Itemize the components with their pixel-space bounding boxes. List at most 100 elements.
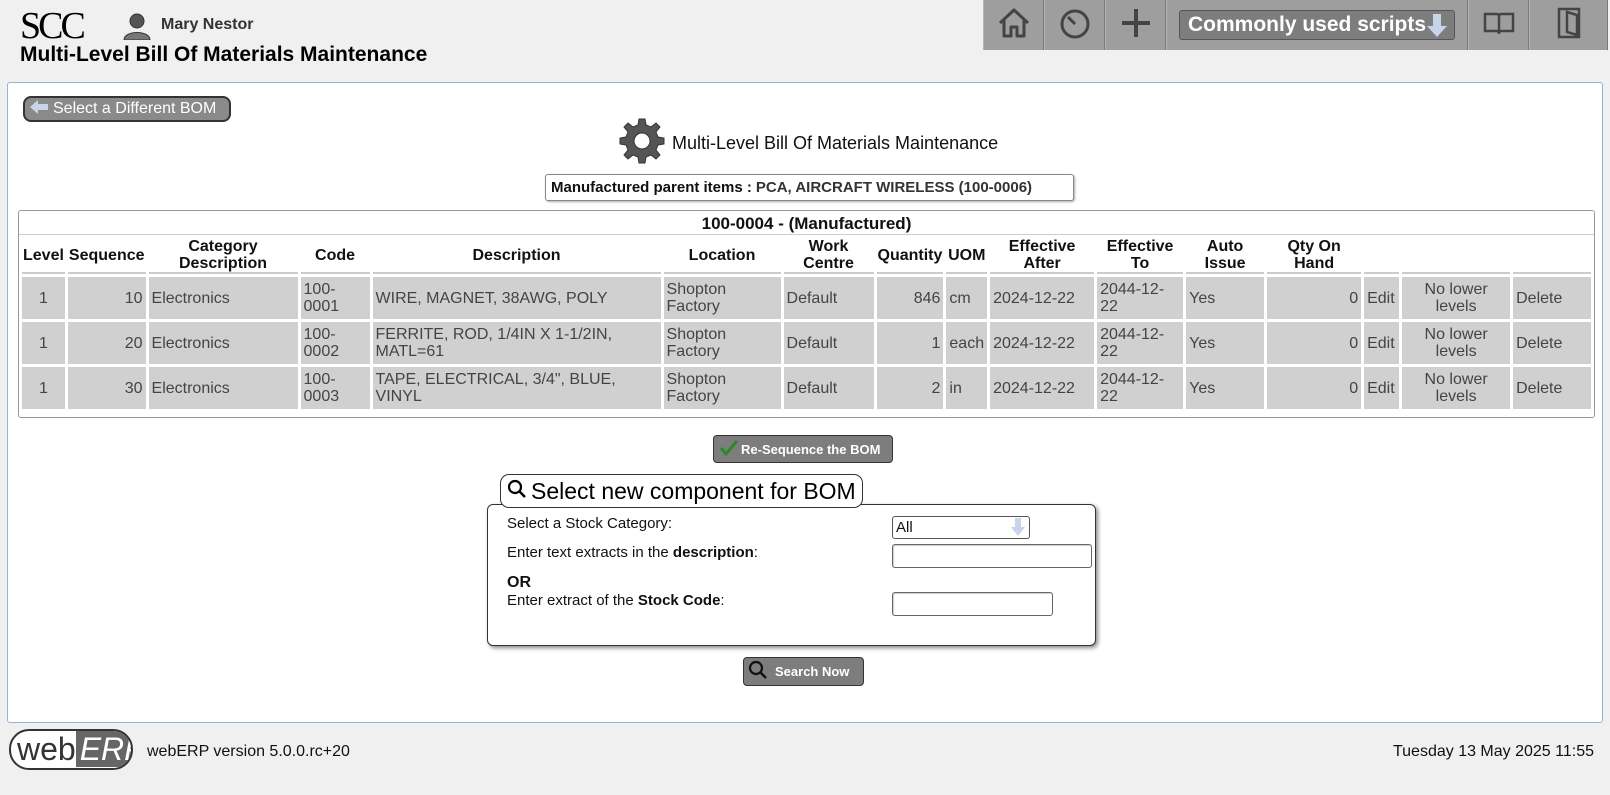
edit-link[interactable]: Edit (1364, 277, 1400, 319)
bom-table-container: 100-0004 - (Manufactured) Level Sequence… (18, 210, 1595, 418)
category-label: Select a Stock Category: (507, 515, 673, 532)
cell-work-centre: Default (783, 277, 874, 319)
col-delete (1513, 238, 1591, 274)
cell-level: 1 (22, 367, 65, 409)
col-description: Description (372, 238, 661, 274)
main-panel: Select a Different BOM Multi-Level Bill … (7, 82, 1603, 723)
bom-header-row: Level Sequence Category Description Code… (22, 238, 1591, 274)
parent-items-value[interactable]: PCA, AIRCRAFT WIRELESS (100-0006) (756, 179, 1032, 196)
description-label-post: : (753, 544, 758, 561)
search-now-label: Search Now (775, 664, 850, 679)
scripts-label: Commonly used scripts (1188, 13, 1427, 36)
delete-link[interactable]: Delete (1513, 277, 1591, 319)
cell-work-centre: Default (783, 322, 874, 364)
company-logo: SCC (20, 5, 86, 47)
header: SCC Mary Nestor Multi-Level Bill Of Mate… (0, 0, 1610, 80)
logo-web-text: web (17, 731, 76, 767)
stock-code-input[interactable] (892, 592, 1053, 616)
back-arrow-icon (29, 99, 49, 120)
select-different-bom-button[interactable]: Select a Different BOM (23, 96, 231, 122)
cell-description: FERRITE, ROD, 1/4IN X 1-1/2IN, MATL=61 (372, 322, 661, 364)
checkmark-icon (719, 439, 739, 459)
cell-quantity: 2 (876, 367, 944, 409)
logout-button[interactable] (1529, 0, 1608, 50)
cell-effective-to: 2044-12-22 (1097, 277, 1184, 319)
col-quantity: Quantity (876, 238, 944, 274)
col-uom: UOM (946, 238, 988, 274)
section-title-text: Multi-Level Bill Of Materials Maintenanc… (672, 133, 999, 153)
col-code: Code (300, 238, 370, 274)
parent-items-label: Manufactured parent items : (551, 179, 752, 196)
cell-sequence: 20 (67, 322, 146, 364)
stock-code-label-pre: Enter extract of the (507, 592, 634, 609)
stock-code-label-bold: Stock Code (637, 592, 721, 609)
stock-code-label-post: : (720, 592, 725, 609)
col-auto-issue: Auto Issue (1186, 238, 1265, 274)
gear-icon (618, 117, 666, 170)
cell-lower-levels: No lower levels (1402, 322, 1511, 364)
manual-icon (1482, 9, 1516, 42)
cell-category: Electronics (148, 277, 298, 319)
delete-link[interactable]: Delete (1513, 322, 1591, 364)
col-sequence: Sequence (67, 238, 146, 274)
version-text: webERP version 5.0.0.rc+20 (147, 743, 350, 760)
cell-code: 100-0002 (300, 322, 370, 364)
cell-lower-levels: No lower levels (1402, 367, 1511, 409)
cell-effective-after: 2024-12-22 (990, 367, 1095, 409)
home-icon (997, 7, 1031, 44)
description-label-bold: description (672, 544, 754, 561)
stock-category-value: All (896, 519, 913, 536)
bom-table: Level Sequence Category Description Code… (19, 235, 1594, 412)
search-icon (748, 660, 768, 683)
scripts-select[interactable]: Commonly used scripts (1179, 10, 1455, 40)
user-name[interactable]: Mary Nestor (161, 16, 253, 34)
col-level: Level (22, 238, 65, 274)
stock-category-select[interactable]: All (892, 516, 1030, 539)
cell-location: Shopton Factory (663, 322, 781, 364)
cell-qty-on-hand: 0 (1267, 367, 1362, 409)
cell-lower-levels: No lower levels (1402, 277, 1511, 319)
delete-link[interactable]: Delete (1513, 367, 1591, 409)
cell-level: 1 (22, 322, 65, 364)
cell-description: WIRE, MAGNET, 38AWG, POLY (372, 277, 661, 319)
dashboard-button[interactable] (1044, 0, 1105, 50)
back-label: Select a Different BOM (53, 100, 217, 117)
scripts-menu[interactable]: Commonly used scripts (1166, 0, 1468, 50)
cell-uom: cm (946, 277, 988, 319)
add-button[interactable] (1105, 0, 1166, 50)
edit-link[interactable]: Edit (1364, 322, 1400, 364)
cell-location: Shopton Factory (663, 367, 781, 409)
cell-auto-issue: Yes (1186, 367, 1265, 409)
edit-link[interactable]: Edit (1364, 367, 1400, 409)
cell-effective-after: 2024-12-22 (990, 277, 1095, 319)
search-now-button[interactable]: Search Now (743, 657, 864, 686)
table-row: 1 30 Electronics 100-0003 TAPE, ELECTRIC… (22, 367, 1591, 409)
plus-icon (1119, 6, 1153, 45)
cell-quantity: 846 (876, 277, 944, 319)
resequence-bom-button[interactable]: Re-Sequence the BOM (713, 435, 893, 463)
resequence-label: Re-Sequence the BOM (741, 441, 881, 457)
arrow-down-icon (1010, 518, 1026, 543)
dashboard-icon (1058, 7, 1092, 44)
cell-effective-to: 2044-12-22 (1097, 322, 1184, 364)
cell-auto-issue: Yes (1186, 277, 1265, 319)
col-location: Location (663, 238, 781, 274)
logo-erp-text: ERP (75, 731, 131, 767)
cell-effective-to: 2044-12-22 (1097, 367, 1184, 409)
cell-category: Electronics (148, 322, 298, 364)
description-label: Enter text extracts in the description: (507, 544, 758, 561)
description-input[interactable] (892, 544, 1092, 568)
cell-code: 100-0001 (300, 277, 370, 319)
cell-qty-on-hand: 0 (1267, 277, 1362, 319)
top-nav: Commonly used scripts (983, 0, 1608, 50)
cell-sequence: 10 (67, 277, 146, 319)
manual-button[interactable] (1468, 0, 1529, 50)
cell-auto-issue: Yes (1186, 322, 1265, 364)
weberp-logo[interactable]: webERP (9, 729, 133, 770)
cell-code: 100-0003 (300, 367, 370, 409)
cell-effective-after: 2024-12-22 (990, 322, 1095, 364)
logout-icon (1554, 6, 1584, 45)
component-search-legend: Select new component for BOM (500, 474, 863, 508)
cell-location: Shopton Factory (663, 277, 781, 319)
home-button[interactable] (983, 0, 1044, 50)
